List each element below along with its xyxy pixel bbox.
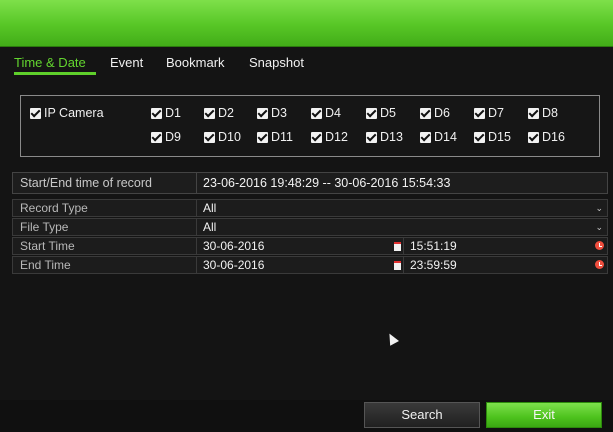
clock-icon[interactable]	[595, 260, 604, 269]
search-button[interactable]: Search	[364, 402, 480, 428]
camera-checkbox-d7[interactable]: D7	[474, 106, 504, 120]
camera-checkbox-d5[interactable]: D5	[366, 106, 396, 120]
camera-checkbox-d9[interactable]: D9	[151, 130, 181, 144]
checkbox-icon	[204, 107, 215, 119]
camera-checkbox-d8[interactable]: D8	[528, 106, 558, 120]
file-type-select[interactable]: All	[203, 219, 216, 235]
title-bar	[0, 0, 613, 47]
checkbox-icon	[311, 107, 322, 119]
camera-checkbox-d14[interactable]: D14	[420, 130, 457, 144]
camera-checkbox-d1[interactable]: D1	[151, 106, 181, 120]
chevron-down-icon[interactable]: ⌄	[595, 219, 603, 235]
tab-snapshot[interactable]: Snapshot	[249, 55, 304, 70]
checkbox-icon	[151, 107, 162, 119]
ip-camera-checkbox[interactable]: IP Camera	[30, 106, 104, 120]
file-type-row: File Type All ⌄	[12, 218, 608, 236]
record-range-label: Start/End time of record	[13, 173, 197, 193]
checkbox-icon	[366, 131, 377, 143]
camera-checkbox-d11[interactable]: D11	[257, 130, 293, 144]
checkbox-icon	[528, 131, 539, 143]
checkbox-icon	[30, 107, 41, 119]
checkbox-icon	[474, 131, 485, 143]
start-time-label: Start Time	[13, 238, 197, 254]
camera-checkbox-d10[interactable]: D10	[204, 130, 241, 144]
camera-checkbox-d6[interactable]: D6	[420, 106, 450, 120]
checkbox-icon	[204, 131, 215, 143]
checkbox-icon	[151, 131, 162, 143]
camera-checkbox-d13[interactable]: D13	[366, 130, 403, 144]
camera-checkbox-d4[interactable]: D4	[311, 106, 341, 120]
file-type-label: File Type	[13, 219, 197, 235]
tab-bookmark[interactable]: Bookmark	[166, 55, 225, 70]
checkbox-icon	[257, 131, 268, 143]
active-tab-indicator	[14, 72, 96, 75]
camera-checkbox-d15[interactable]: D15	[474, 130, 511, 144]
start-date-field[interactable]: 30-06-2016	[203, 238, 264, 254]
camera-selection-panel: IP Camera D1 D2 D3 D4 D5 D6 D7 D8 D9 D10…	[20, 95, 600, 157]
end-date-field[interactable]: 30-06-2016	[203, 257, 264, 273]
checkbox-icon	[420, 131, 431, 143]
camera-checkbox-d12[interactable]: D12	[311, 130, 348, 144]
end-time-field[interactable]: 23:59:59	[410, 257, 457, 273]
camera-checkbox-d2[interactable]: D2	[204, 106, 234, 120]
mouse-pointer-icon	[385, 331, 399, 346]
record-type-row: Record Type All ⌄	[12, 199, 608, 217]
checkbox-icon	[420, 107, 431, 119]
chevron-down-icon[interactable]: ⌄	[595, 200, 603, 216]
checkbox-icon	[528, 107, 539, 119]
camera-checkbox-d3[interactable]: D3	[257, 106, 287, 120]
tab-event[interactable]: Event	[110, 55, 143, 70]
end-time-label: End Time	[13, 257, 197, 273]
checkbox-icon	[366, 107, 377, 119]
tab-time-date[interactable]: Time & Date	[14, 55, 86, 70]
checkbox-icon	[474, 107, 485, 119]
record-type-label: Record Type	[13, 200, 197, 216]
calendar-icon[interactable]	[394, 261, 401, 270]
camera-checkbox-d16[interactable]: D16	[528, 130, 565, 144]
calendar-icon[interactable]	[394, 242, 401, 251]
start-time-row: Start Time 30-06-2016 15:51:19	[12, 237, 608, 255]
end-time-row: End Time 30-06-2016 23:59:59	[12, 256, 608, 274]
checkbox-icon	[257, 107, 268, 119]
clock-icon[interactable]	[595, 241, 604, 250]
checkbox-icon	[311, 131, 322, 143]
record-type-select[interactable]: All	[203, 200, 216, 216]
record-range-value: 23-06-2016 19:48:29 -- 30-06-2016 15:54:…	[203, 176, 451, 190]
start-time-field[interactable]: 15:51:19	[410, 238, 457, 254]
divider	[403, 257, 404, 273]
exit-button[interactable]: Exit	[486, 402, 602, 428]
record-range-row: Start/End time of record 23-06-2016 19:4…	[12, 172, 608, 194]
divider	[403, 238, 404, 254]
